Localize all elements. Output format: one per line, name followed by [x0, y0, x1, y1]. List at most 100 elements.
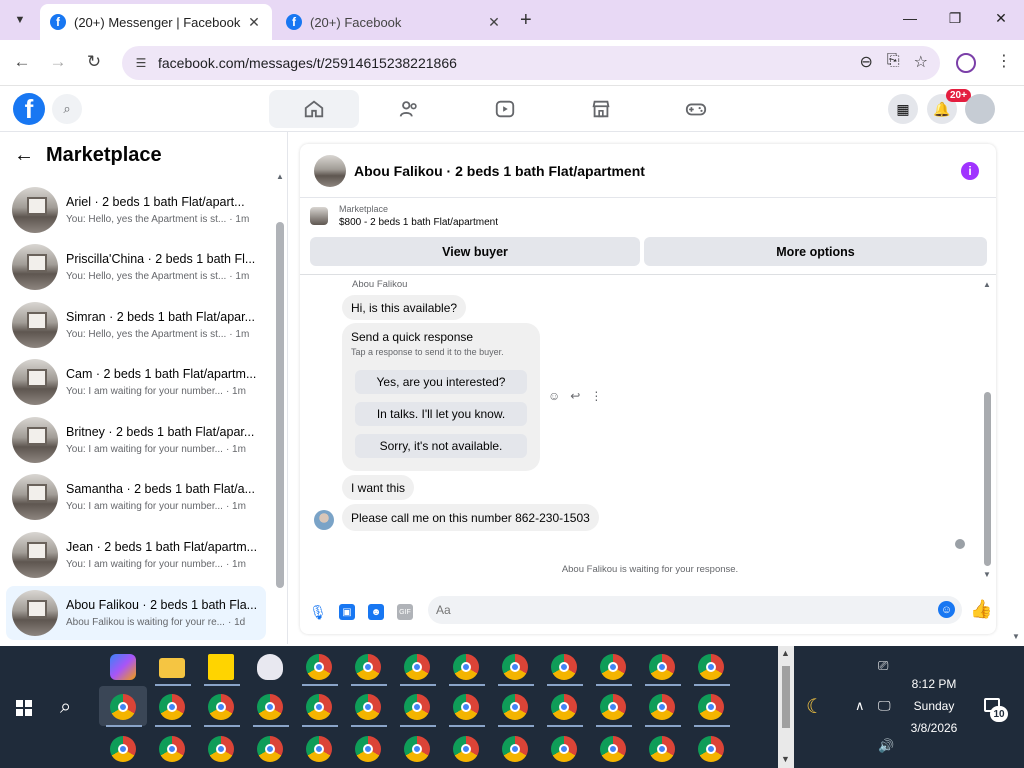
url-text[interactable]: facebook.com/messages/t/2591461523822186…: [158, 55, 457, 71]
chrome-icon[interactable]: [649, 694, 675, 720]
minimize-icon[interactable]: —: [900, 10, 920, 26]
chrome-icon[interactable]: [355, 694, 381, 720]
scroll-down-arrow-icon[interactable]: ▼: [983, 570, 991, 579]
clock-time[interactable]: 8:12 PM: [890, 677, 978, 691]
chrome-icon[interactable]: [404, 736, 430, 762]
taskbar-scrollbar[interactable]: ▲ ▼: [778, 646, 794, 768]
chrome-icon[interactable]: [306, 694, 332, 720]
scrollbar-thumb[interactable]: [276, 222, 284, 588]
nav-friends[interactable]: [364, 90, 454, 128]
quick-response-option[interactable]: Sorry, it's not available.: [355, 434, 527, 458]
sticky-notes-icon[interactable]: [208, 654, 234, 680]
chrome-icon[interactable]: [600, 694, 626, 720]
page-scroll-down-icon[interactable]: ▼: [1012, 632, 1020, 641]
conversation-item[interactable]: Ariel · 2 beds 1 bath Flat/apart... You:…: [6, 183, 266, 237]
view-buyer-button[interactable]: View buyer: [310, 237, 640, 266]
reply-icon[interactable]: ↩: [570, 389, 580, 403]
conversation-item[interactable]: Samantha · 2 beds 1 bath Flat/a... You: …: [6, 470, 266, 524]
paint-icon[interactable]: [257, 654, 283, 680]
chrome-icon[interactable]: [551, 736, 577, 762]
chrome-icon[interactable]: [502, 654, 528, 680]
chrome-icon[interactable]: [404, 654, 430, 680]
conversation-item[interactable]: Jean · 2 beds 1 bath Flat/apartm... You:…: [6, 528, 266, 582]
install-app-icon[interactable]: ⎘: [887, 52, 900, 72]
close-tab-icon[interactable]: ✕: [486, 14, 502, 31]
scroll-up-arrow-icon[interactable]: ▲: [276, 172, 284, 181]
sticker-icon[interactable]: ☻: [368, 604, 384, 620]
photo-icon[interactable]: ▣: [339, 604, 355, 620]
chrome-icon[interactable]: [698, 736, 724, 762]
browser-menu-icon[interactable]: ⋮: [996, 51, 1012, 71]
nav-watch[interactable]: [460, 90, 550, 128]
bookmark-star-icon[interactable]: ☆: [914, 52, 928, 72]
forward-icon[interactable]: →: [48, 52, 68, 72]
chat-listing-thumbnail[interactable]: [314, 154, 346, 187]
message-input[interactable]: [428, 596, 962, 624]
profile-icon[interactable]: [956, 53, 976, 73]
chat-scrollbar[interactable]: ▲ ▼: [982, 280, 992, 580]
reload-icon[interactable]: ↻: [84, 52, 104, 72]
buyer-avatar[interactable]: [314, 510, 334, 530]
scroll-up-arrow-icon[interactable]: ▲: [983, 280, 991, 289]
conversation-item-active[interactable]: Abou Falikou · 2 beds 1 bath Fla... Abou…: [6, 586, 266, 640]
chrome-icon[interactable]: [453, 736, 479, 762]
show-hidden-icons-chevron-icon[interactable]: ∧: [855, 698, 865, 714]
close-tab-icon[interactable]: ✕: [246, 14, 262, 31]
chrome-icon[interactable]: [306, 654, 332, 680]
zoom-icon[interactable]: ⊖: [859, 52, 872, 72]
chrome-icon[interactable]: [453, 694, 479, 720]
more-actions-icon[interactable]: ⋮: [590, 389, 602, 403]
close-window-icon[interactable]: ✕: [991, 10, 1011, 27]
chrome-icon[interactable]: [208, 736, 234, 762]
site-settings-icon[interactable]: ☰: [132, 56, 150, 70]
clock-date[interactable]: 3/8/2026: [890, 721, 978, 735]
conversation-item[interactable]: Simran · 2 beds 1 bath Flat/apar... You:…: [6, 298, 266, 352]
conversation-item[interactable]: Priscilla'China · 2 beds 1 bath Fl... Yo…: [6, 240, 266, 294]
thumbs-up-icon[interactable]: 👍: [970, 599, 992, 620]
back-icon[interactable]: ←: [12, 52, 32, 72]
chrome-icon[interactable]: [600, 654, 626, 680]
chrome-icon[interactable]: [110, 694, 136, 720]
chrome-icon[interactable]: [502, 736, 528, 762]
tab-messenger[interactable]: f (20+) Messenger | Facebook ✕: [40, 4, 272, 40]
chrome-icon[interactable]: [159, 736, 185, 762]
facebook-logo-icon[interactable]: f: [13, 93, 45, 125]
chrome-icon[interactable]: [698, 654, 724, 680]
scrollbar-thumb[interactable]: [782, 666, 790, 728]
more-options-button[interactable]: More options: [644, 237, 987, 266]
conversation-item[interactable]: Britney · 2 beds 1 bath Flat/apar... You…: [6, 413, 266, 467]
night-light-moon-icon[interactable]: ☾: [806, 694, 824, 719]
meet-now-icon[interactable]: ⎚: [878, 658, 888, 674]
account-avatar[interactable]: [965, 94, 995, 124]
quick-response-option[interactable]: Yes, are you interested?: [355, 370, 527, 394]
microphone-icon[interactable]: 🎙: [309, 604, 327, 620]
conversation-list-scrollbar[interactable]: ▲: [276, 172, 284, 628]
chrome-icon[interactable]: [698, 694, 724, 720]
chrome-icon[interactable]: [551, 654, 577, 680]
chrome-icon[interactable]: [208, 694, 234, 720]
chrome-icon[interactable]: [257, 694, 283, 720]
network-icon[interactable]: 🖵: [878, 698, 891, 714]
chrome-icon[interactable]: [355, 736, 381, 762]
clock-day[interactable]: Sunday: [890, 699, 978, 713]
address-bar[interactable]: ☰ facebook.com/messages/t/25914615238221…: [122, 46, 940, 80]
scroll-down-arrow-icon[interactable]: ▼: [781, 754, 790, 764]
chrome-icon[interactable]: [649, 736, 675, 762]
chrome-icon[interactable]: [355, 654, 381, 680]
chrome-icon[interactable]: [649, 654, 675, 680]
search-icon[interactable]: ⌕: [52, 94, 82, 124]
nav-home[interactable]: [269, 90, 359, 128]
chrome-icon[interactable]: [159, 694, 185, 720]
chrome-icon[interactable]: [600, 736, 626, 762]
nav-gaming[interactable]: [651, 90, 741, 128]
tab-search-dropdown-icon[interactable]: ▼: [8, 9, 32, 31]
nav-marketplace[interactable]: [556, 90, 646, 128]
copilot-icon[interactable]: [110, 654, 136, 680]
info-icon[interactable]: i: [961, 162, 979, 180]
chrome-icon[interactable]: [306, 736, 332, 762]
conversation-item[interactable]: Cam · 2 beds 1 bath Flat/apartm... You: …: [6, 355, 266, 409]
tab-facebook[interactable]: f (20+) Facebook ✕: [276, 4, 512, 40]
menu-grid-icon[interactable]: ▦: [888, 94, 918, 124]
file-explorer-icon[interactable]: [159, 658, 185, 678]
scroll-up-arrow-icon[interactable]: ▲: [781, 648, 790, 658]
